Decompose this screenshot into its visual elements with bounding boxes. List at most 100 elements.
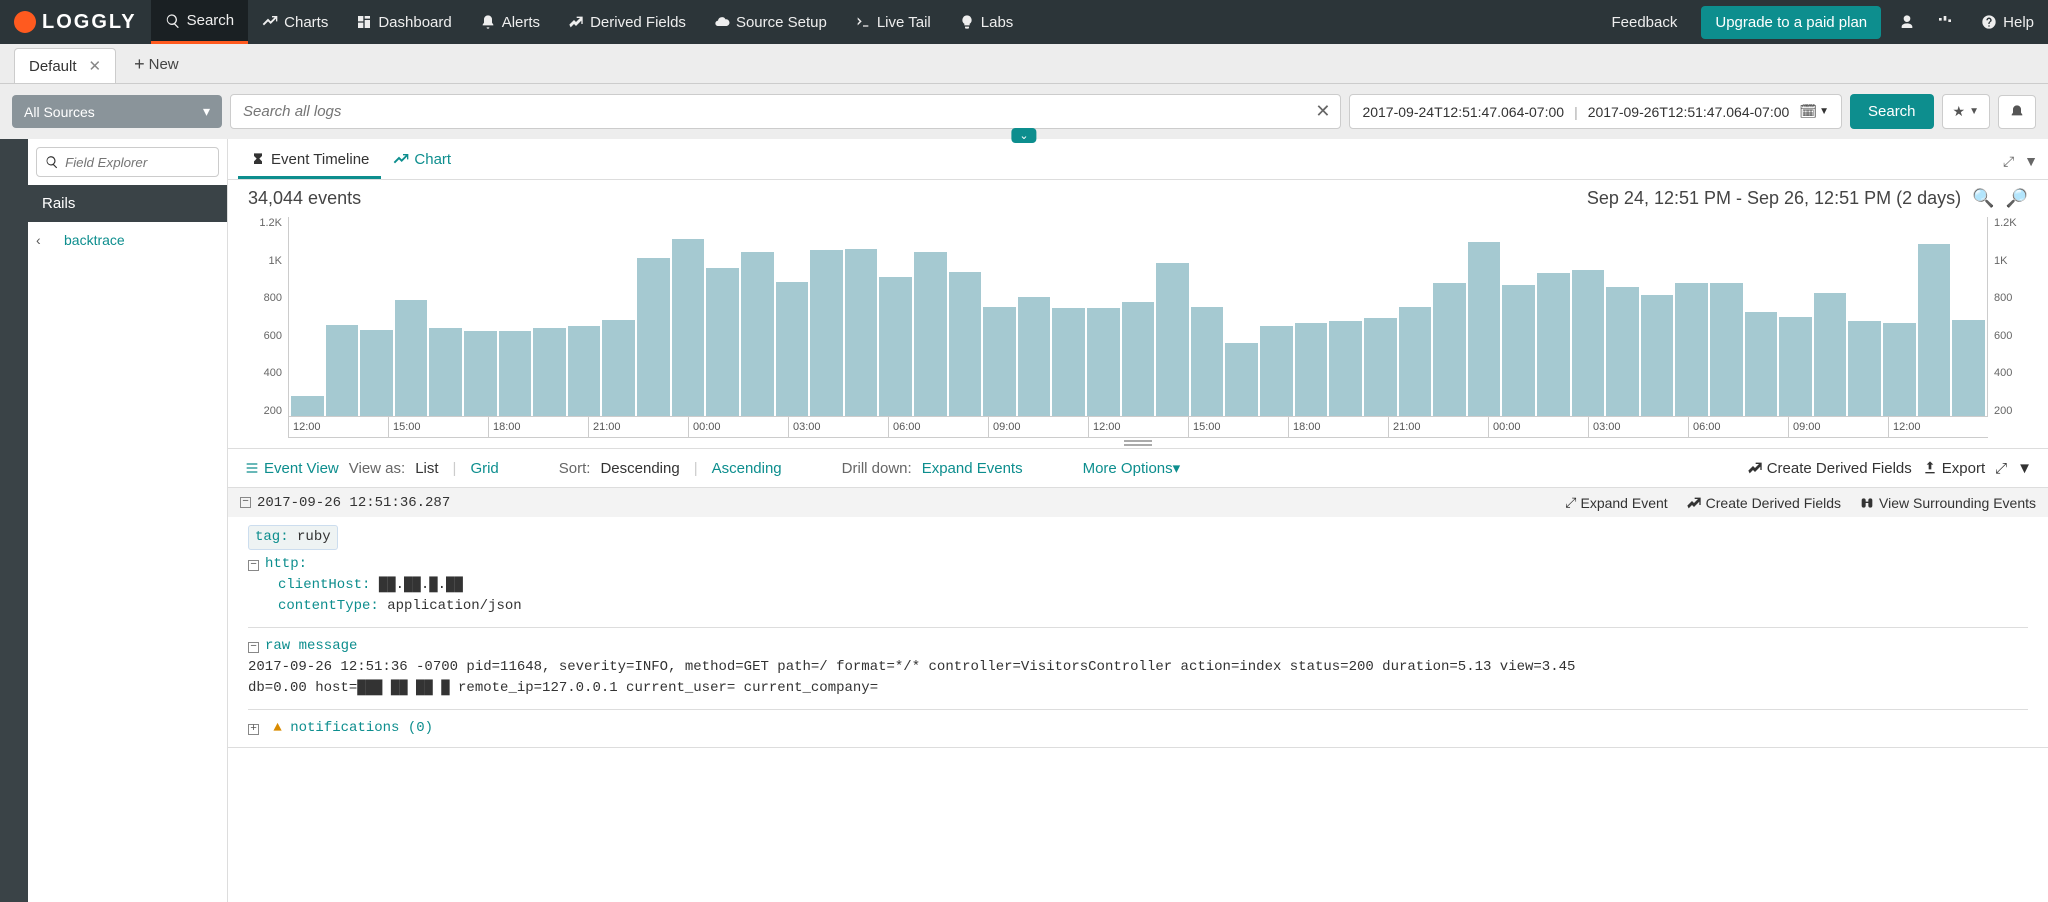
notifications-button[interactable] (1998, 95, 2036, 129)
bar[interactable] (1468, 242, 1501, 416)
bar[interactable] (1675, 283, 1708, 416)
event-view-button[interactable]: Event View (244, 460, 339, 477)
bar[interactable] (1710, 283, 1743, 416)
user-icon[interactable] (1891, 0, 1929, 44)
results-menu-icon[interactable]: ▼ (2017, 460, 2032, 477)
bar[interactable] (1918, 244, 1951, 416)
bar[interactable] (395, 300, 428, 416)
tab-event-timeline[interactable]: Event Timeline (238, 143, 381, 179)
chart-menu-icon[interactable]: ▼ (2024, 153, 2038, 170)
tab-default[interactable]: Default ✕ (14, 48, 116, 83)
view-list[interactable]: List (415, 460, 438, 477)
log-create-derived-button[interactable]: Create Derived Fields (1686, 494, 1841, 511)
bar[interactable] (568, 326, 601, 416)
bar[interactable] (1745, 312, 1778, 416)
bar[interactable] (464, 331, 497, 416)
bar[interactable] (810, 250, 843, 416)
bar[interactable] (1606, 287, 1639, 416)
nav-alerts[interactable]: Alerts (466, 0, 554, 44)
expand-chart-icon[interactable]: ⤢ (2003, 153, 2014, 170)
notifications-label[interactable]: notifications (0) (290, 720, 433, 736)
bar[interactable] (845, 249, 878, 416)
tab-chart[interactable]: Chart (381, 143, 463, 179)
bar[interactable] (1052, 308, 1085, 416)
resize-handle[interactable] (1124, 440, 1152, 446)
bar[interactable] (1641, 295, 1674, 416)
key-http[interactable]: http: (265, 556, 307, 572)
bar[interactable] (672, 239, 705, 416)
collapse-toggle[interactable]: − (248, 642, 259, 653)
bar[interactable] (1814, 293, 1847, 416)
sort-asc[interactable]: Ascending (712, 460, 782, 477)
bar[interactable] (533, 328, 566, 416)
nav-livetail[interactable]: Live Tail (841, 0, 945, 44)
bar[interactable] (1225, 343, 1258, 416)
upgrade-button[interactable]: Upgrade to a paid plan (1701, 6, 1881, 39)
nav-dashboard[interactable]: Dashboard (342, 0, 465, 44)
close-icon[interactable]: ✕ (89, 57, 102, 75)
zoom-out-icon[interactable]: 🔍 (1972, 188, 1994, 208)
clear-search-icon[interactable]: ✕ (1315, 101, 1330, 122)
field-item-backtrace[interactable]: ‹ backtrace (28, 222, 227, 258)
expand-toggle[interactable]: + (248, 724, 259, 735)
bar[interactable] (983, 307, 1016, 416)
create-derived-fields-button[interactable]: Create Derived Fields (1747, 460, 1912, 477)
bar[interactable] (879, 277, 912, 416)
sources-dropdown[interactable]: All Sources ▾ (12, 95, 222, 128)
bar[interactable] (360, 330, 393, 416)
bar[interactable] (1883, 323, 1916, 416)
bar[interactable] (1399, 307, 1432, 416)
bar[interactable] (1848, 321, 1881, 416)
collapse-toggle[interactable]: − (248, 560, 259, 571)
key-clienthost[interactable]: clientHost: (278, 577, 370, 593)
bar[interactable] (914, 252, 947, 416)
bar[interactable] (1295, 323, 1328, 416)
bar[interactable] (1433, 283, 1466, 416)
bar[interactable] (1572, 270, 1605, 416)
bar[interactable] (776, 282, 809, 416)
view-surrounding-button[interactable]: View Surrounding Events (1859, 494, 2036, 511)
field-category-rails[interactable]: Rails (28, 185, 227, 222)
favorite-button[interactable]: ★ ▼ (1942, 94, 1990, 129)
settings-icon[interactable] (1929, 0, 1967, 44)
bar[interactable] (1779, 317, 1812, 417)
view-grid[interactable]: Grid (470, 460, 498, 477)
bar[interactable] (429, 328, 462, 416)
field-explorer-input[interactable] (65, 155, 210, 170)
bar[interactable] (602, 320, 635, 416)
export-button[interactable]: Export (1922, 460, 1985, 477)
bar[interactable] (326, 325, 359, 416)
expand-event-button[interactable]: ⤢ Expand Event (1565, 494, 1667, 511)
bar[interactable] (1087, 308, 1120, 416)
expand-results-icon[interactable]: ⤢ (1995, 460, 2007, 477)
bar[interactable] (1018, 297, 1051, 416)
bar[interactable] (499, 331, 532, 416)
bar[interactable] (1537, 273, 1570, 416)
sort-desc[interactable]: Descending (600, 460, 679, 477)
nav-labs[interactable]: Labs (945, 0, 1028, 44)
zoom-in-icon[interactable]: 🔎 (2006, 188, 2028, 208)
bar[interactable] (1952, 320, 1985, 416)
nav-search[interactable]: Search (151, 0, 249, 44)
bar[interactable] (1260, 326, 1293, 416)
tab-new[interactable]: + New (122, 46, 191, 83)
search-input[interactable] (243, 103, 1328, 120)
bar[interactable] (291, 396, 324, 416)
bar[interactable] (1502, 285, 1535, 416)
collapse-toggle[interactable]: − (240, 497, 251, 508)
bar[interactable] (741, 252, 774, 416)
nav-derived[interactable]: Derived Fields (554, 0, 700, 44)
date-range[interactable]: 2017-09-24T12:51:47.064-07:00 | 2017-09-… (1349, 94, 1842, 129)
nav-source[interactable]: Source Setup (700, 0, 841, 44)
bar[interactable] (706, 268, 739, 416)
nav-feedback[interactable]: Feedback (1597, 0, 1691, 44)
expand-events[interactable]: Expand Events (922, 460, 1023, 477)
expand-searchbar[interactable]: ⌄ (1011, 128, 1036, 143)
more-options[interactable]: More Options▾ (1083, 459, 1181, 477)
bar[interactable] (1156, 263, 1189, 416)
bar[interactable] (1329, 321, 1362, 416)
search-button[interactable]: Search (1850, 94, 1934, 129)
bar[interactable] (637, 258, 670, 416)
key-contenttype[interactable]: contentType: (278, 598, 379, 614)
chart-bars[interactable] (288, 217, 1988, 417)
